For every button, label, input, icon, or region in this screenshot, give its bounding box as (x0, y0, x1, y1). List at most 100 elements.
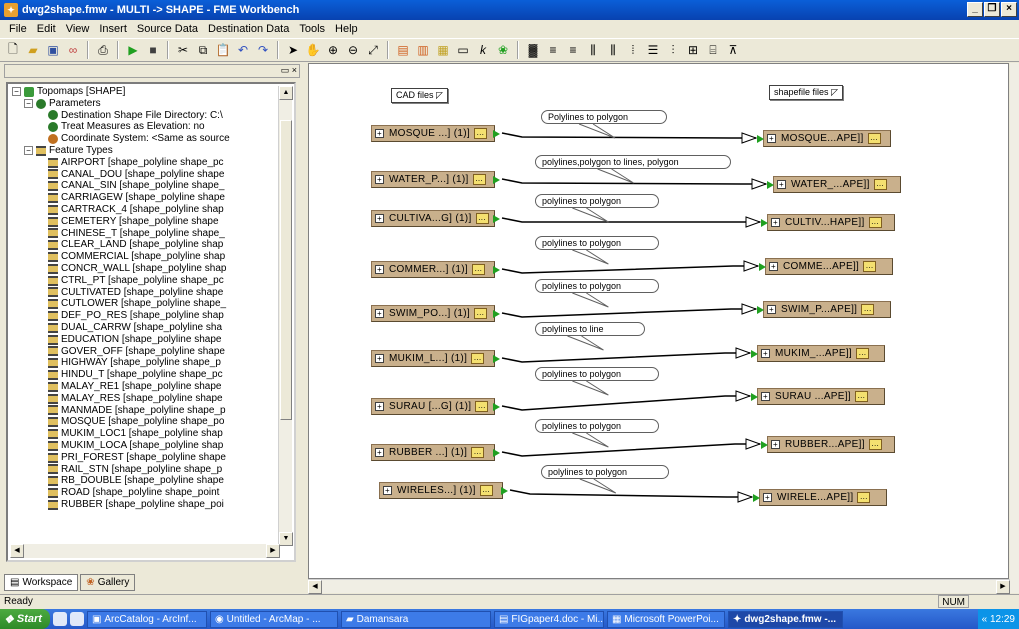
tree-feature-type-item[interactable]: CULTIVATED [shape_polyline shape (12, 287, 280, 299)
tree-feature-type-item[interactable]: DUAL_CARRW [shape_polyline sha (12, 322, 280, 334)
print-icon[interactable]: ⎙ (94, 41, 112, 59)
paste-icon[interactable]: 📋 (214, 41, 232, 59)
scroll-right-icon[interactable]: ▶ (266, 544, 280, 558)
cut-icon[interactable]: ✂ (174, 41, 192, 59)
tray-expand-icon[interactable]: « (982, 614, 988, 625)
annotation-note[interactable]: polylines to polygon (535, 419, 659, 433)
taskbar-item[interactable]: ▰ Damansara (340, 610, 491, 628)
tree-feature-type-item[interactable]: COMMERCIAL [shape_polyline shap (12, 251, 280, 263)
dest-feature-type[interactable]: + SWIM_P...APE]]… (757, 301, 891, 318)
tree-feature-type-item[interactable]: PRI_FOREST [shape_polyline shape (12, 452, 280, 464)
annotation-note[interactable]: Polylines to polygon (541, 110, 667, 124)
input-port-icon[interactable] (751, 350, 758, 358)
properties-button[interactable]: … (473, 308, 487, 319)
scroll-down-icon[interactable]: ▼ (279, 532, 293, 546)
expand-icon[interactable]: + (771, 440, 780, 449)
tree-feature-type-item[interactable]: CTRL_PT [shape_polyline shape_pc (12, 275, 280, 287)
input-port-icon[interactable] (757, 135, 764, 143)
zoom-out-icon[interactable]: ⊖ (344, 41, 362, 59)
tree-feature-type-item[interactable]: EDUCATION [shape_polyline shape (12, 334, 280, 346)
input-port-icon[interactable] (753, 494, 760, 502)
run-icon[interactable]: ▶ (124, 41, 142, 59)
align-left-icon[interactable]: ≡ (544, 41, 562, 59)
dest-feature-type[interactable]: + WIRELE...APE]]… (753, 489, 887, 506)
annotation-note[interactable]: polylines to polygon (535, 236, 659, 250)
menu-source-data[interactable]: Source Data (132, 23, 203, 35)
taskbar-item[interactable]: ◉ Untitled - ArcMap - ... (209, 610, 338, 628)
expand-icon[interactable]: + (767, 305, 776, 314)
tree-feature-type-item[interactable]: CUTLOWER [shape_polyline shape_ (12, 298, 280, 310)
select-arrow-icon[interactable]: ➤ (284, 41, 302, 59)
annotation-note[interactable]: polylines,polygon to lines, polygon (535, 155, 731, 169)
tree-feature-type-item[interactable]: CANAL_DOU [shape_polyline shape (12, 169, 280, 181)
dest-feature-type[interactable]: + COMME...APE]]… (759, 258, 893, 275)
properties-icon[interactable]: ⌸ (704, 41, 722, 59)
tree-feature-type-item[interactable]: GOVER_OFF [shape_polyline shape (12, 346, 280, 358)
taskbar-item[interactable]: ▦ Microsoft PowerPoi... (606, 610, 725, 628)
properties-button[interactable]: … (473, 128, 487, 139)
add-writer-icon[interactable]: ▥ (414, 41, 432, 59)
align-right-icon[interactable]: ≡ (564, 41, 582, 59)
scroll-left-icon[interactable]: ◀ (10, 544, 24, 558)
scroll-right-icon[interactable]: ▶ (996, 580, 1010, 594)
tree-feature-type-item[interactable]: CEMETERY [shape_polyline shape (12, 216, 280, 228)
source-feature-type[interactable]: + CULTIVA...G] (1)]… (371, 210, 500, 227)
tree-feature-type-item[interactable]: MALAY_RE1 [shape_polyline shape (12, 381, 280, 393)
menu-file[interactable]: File (4, 23, 32, 35)
expand-icon[interactable]: + (375, 448, 384, 457)
properties-button[interactable]: … (854, 391, 868, 402)
properties-button[interactable]: … (868, 217, 882, 228)
menu-help[interactable]: Help (330, 23, 363, 35)
redo-icon[interactable]: ↷ (254, 41, 272, 59)
input-port-icon[interactable] (761, 441, 768, 449)
dest-feature-type[interactable]: + SURAU ...APE]]… (751, 388, 885, 405)
minimize-button[interactable]: _ (967, 2, 983, 17)
menu-insert[interactable]: Insert (94, 23, 132, 35)
properties-button[interactable]: … (868, 439, 882, 450)
canvas-horizontal-scrollbar[interactable]: ◀ ▶ (308, 579, 1010, 594)
quicklaunch-ie-icon[interactable] (52, 612, 67, 626)
restore-button[interactable]: ❐ (984, 2, 1000, 17)
properties-button[interactable]: … (471, 353, 485, 364)
properties-button[interactable]: … (472, 174, 486, 185)
dest-feature-type[interactable]: + RUBBER...APE]]… (761, 436, 895, 453)
scroll-left-icon[interactable]: ◀ (308, 580, 322, 594)
expand-icon[interactable]: + (763, 493, 772, 502)
expand-icon[interactable]: + (375, 265, 384, 274)
tree-feature-types[interactable]: − Feature Types (12, 145, 280, 157)
tree-feature-type-item[interactable]: MUKIM_LOCA [shape_polyline shap (12, 440, 280, 452)
input-port-icon[interactable] (759, 263, 766, 271)
tree-feature-type-item[interactable]: MUKIM_LOC1 [shape_polyline shap (12, 428, 280, 440)
expand-icon[interactable]: + (375, 175, 384, 184)
tree-feature-type-item[interactable]: MALAY_RES [shape_polyline shape (12, 393, 280, 405)
tree-root[interactable]: − Topomaps [SHAPE] (12, 86, 280, 98)
expand-icon[interactable]: + (777, 180, 786, 189)
function-icon[interactable]: k (474, 41, 492, 59)
tree-feature-type-item[interactable]: CLEAR_LAND [shape_polyline shap (12, 239, 280, 251)
annotation-note[interactable]: polylines to polygon (541, 465, 669, 479)
menu-destination-data[interactable]: Destination Data (203, 23, 294, 35)
tree-feature-type-item[interactable]: MANMADE [shape_polyline shape_p (12, 405, 280, 417)
tree-feature-type-item[interactable]: RUBBER [shape_polyline shape_poi (12, 499, 280, 511)
distribute-v-icon[interactable]: ☰ (644, 41, 662, 59)
gallery-icon[interactable]: ❀ (494, 41, 512, 59)
tree-feature-type-item[interactable]: MOSQUE [shape_polyline shape_po (12, 416, 280, 428)
new-file-icon[interactable]: 🗋 (4, 41, 22, 59)
source-feature-type[interactable]: + SURAU [...G] (1)]… (371, 398, 500, 415)
tree-feature-type-item[interactable]: HIGHWAY [shape_polyline shape_p (12, 357, 280, 369)
workspace-canvas[interactable]: CAD files ◸ shapefile files ◸ + MOSQUE ..… (308, 63, 1009, 579)
menu-view[interactable]: View (61, 23, 95, 35)
source-feature-type[interactable]: + COMMER...] (1)]… (371, 261, 500, 278)
properties-button[interactable]: … (475, 401, 489, 412)
tree-param-item[interactable]: Treat Measures as Elevation: no (12, 121, 280, 133)
output-port-icon[interactable] (493, 403, 500, 411)
properties-button[interactable]: … (471, 264, 485, 275)
tab-gallery[interactable]: ❀ Gallery (80, 574, 136, 591)
tree-feature-type-item[interactable]: CONCR_WALL [shape_polyline shap (12, 263, 280, 275)
expand-icon[interactable]: + (761, 392, 770, 401)
source-feature-type[interactable]: + MOSQUE ...] (1)]… (371, 125, 500, 142)
output-port-icon[interactable] (493, 176, 500, 184)
output-port-icon[interactable] (501, 487, 508, 495)
scroll-thumb[interactable] (280, 120, 292, 420)
menu-tools[interactable]: Tools (294, 23, 330, 35)
